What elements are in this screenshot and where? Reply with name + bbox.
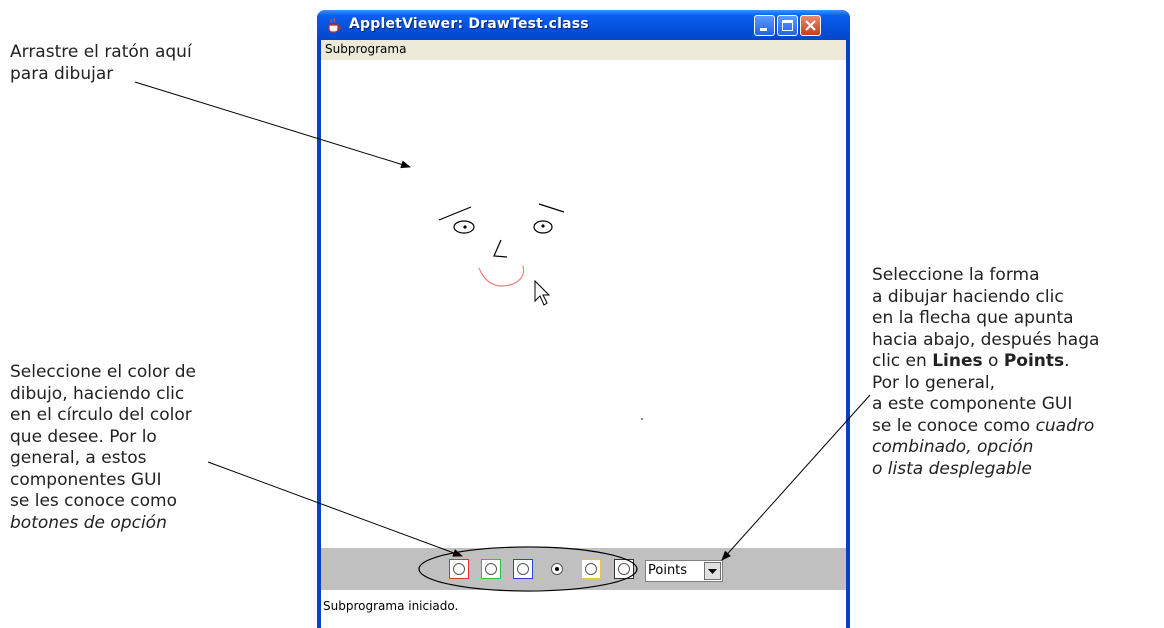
stroke-right-eyebrow	[538, 203, 565, 213]
applet-client-area: Subprograma Points Subprograma iniciado.	[321, 40, 846, 628]
annotation-shape-line: Seleccione la forma	[872, 265, 1040, 285]
maximize-button[interactable]	[777, 15, 798, 36]
color-option[interactable]	[449, 559, 469, 579]
annotation-color-line: que desee. Por lo	[10, 426, 157, 447]
annotation-drag-line: Arrastre el ratón aquí	[10, 42, 192, 62]
annotation-color: Seleccione el color de dibujo, haciendo …	[10, 362, 196, 534]
maximize-icon	[782, 20, 793, 31]
color-option[interactable]	[547, 559, 567, 579]
annotation-shape: Seleccione la forma a dibujar haciendo c…	[872, 265, 1099, 480]
stroke-right-pupil	[541, 224, 545, 228]
annotation-shape-line: Por lo general,	[872, 372, 995, 393]
title-bar[interactable]: AppletViewer: DrawTest.class	[317, 10, 850, 40]
stroke-left-eyebrow	[438, 206, 472, 221]
annotation-shape-line: hacia abajo, después haga	[872, 329, 1100, 350]
annotation-color-line: dibujo, haciendo clic	[10, 383, 185, 404]
drawing-strokes	[438, 203, 643, 420]
radio-circle	[485, 563, 497, 575]
lines-option-mention: Lines	[932, 351, 983, 371]
annotation-shape-italic: o lista desplegable	[872, 458, 1032, 479]
dropdown-arrow-button[interactable]	[704, 562, 721, 580]
stroke-left-pupil	[463, 225, 467, 229]
menu-subprograma[interactable]: Subprograma	[323, 42, 408, 56]
annotation-drag: Arrastre el ratón aquí para dibujar	[10, 42, 192, 85]
drawing-canvas[interactable]	[321, 60, 846, 548]
points-option-mention: Points	[1003, 351, 1065, 371]
annotation-shape-italic: combinado, opción	[872, 437, 1034, 457]
annotation-shape-line: a dibujar haciendo clic	[872, 286, 1064, 307]
stroke-mouth	[478, 265, 525, 287]
radio-circle	[618, 563, 630, 575]
minimize-icon	[760, 28, 767, 31]
menu-bar: Subprograma	[321, 40, 846, 60]
stroke-dot	[641, 418, 643, 420]
annotation-color-line: se les conoce como	[10, 491, 178, 511]
minimize-button[interactable]	[754, 15, 775, 36]
annotation-shape-line-8: se le conoce como cuadro	[872, 415, 1095, 436]
shape-choice-value: Points	[648, 563, 688, 578]
java-cup-icon	[328, 17, 341, 33]
shape-choice-dropdown[interactable]: Points	[645, 560, 723, 582]
color-option[interactable]	[581, 559, 601, 579]
close-icon	[805, 20, 816, 31]
annotation-drag-line: para dibujar	[10, 63, 114, 84]
radio-circle	[453, 563, 465, 575]
radio-circle	[585, 563, 597, 575]
annotation-shape-line: en la flecha que apunta	[872, 308, 1074, 328]
radio-circle	[551, 563, 563, 575]
stroke-nose	[493, 239, 508, 258]
color-option[interactable]	[481, 559, 501, 579]
radio-circle	[517, 563, 529, 575]
chevron-down-icon	[708, 569, 717, 574]
annotation-shape-line-5: clic en Lines o Points.	[872, 351, 1070, 371]
window-title: AppletViewer: DrawTest.class	[349, 16, 589, 32]
annotation-shape-line: a este componente GUI	[872, 394, 1073, 414]
control-panel: Points	[321, 548, 846, 590]
annotation-color-italic: botones de opción	[10, 512, 167, 533]
color-option[interactable]	[513, 559, 533, 579]
annotation-color-line: componentes GUI	[10, 469, 162, 490]
close-button[interactable]	[800, 15, 821, 36]
annotation-color-line: general, a estos	[10, 448, 147, 468]
color-option[interactable]	[614, 559, 634, 579]
status-text: Subprograma iniciado.	[323, 599, 459, 613]
status-bar: Subprograma iniciado.	[321, 590, 846, 628]
applet-window: AppletViewer: DrawTest.class Subprograma	[317, 10, 850, 628]
annotation-color-line: Seleccione el color de	[10, 362, 196, 382]
annotation-color-line: en el círculo del color	[10, 405, 192, 425]
